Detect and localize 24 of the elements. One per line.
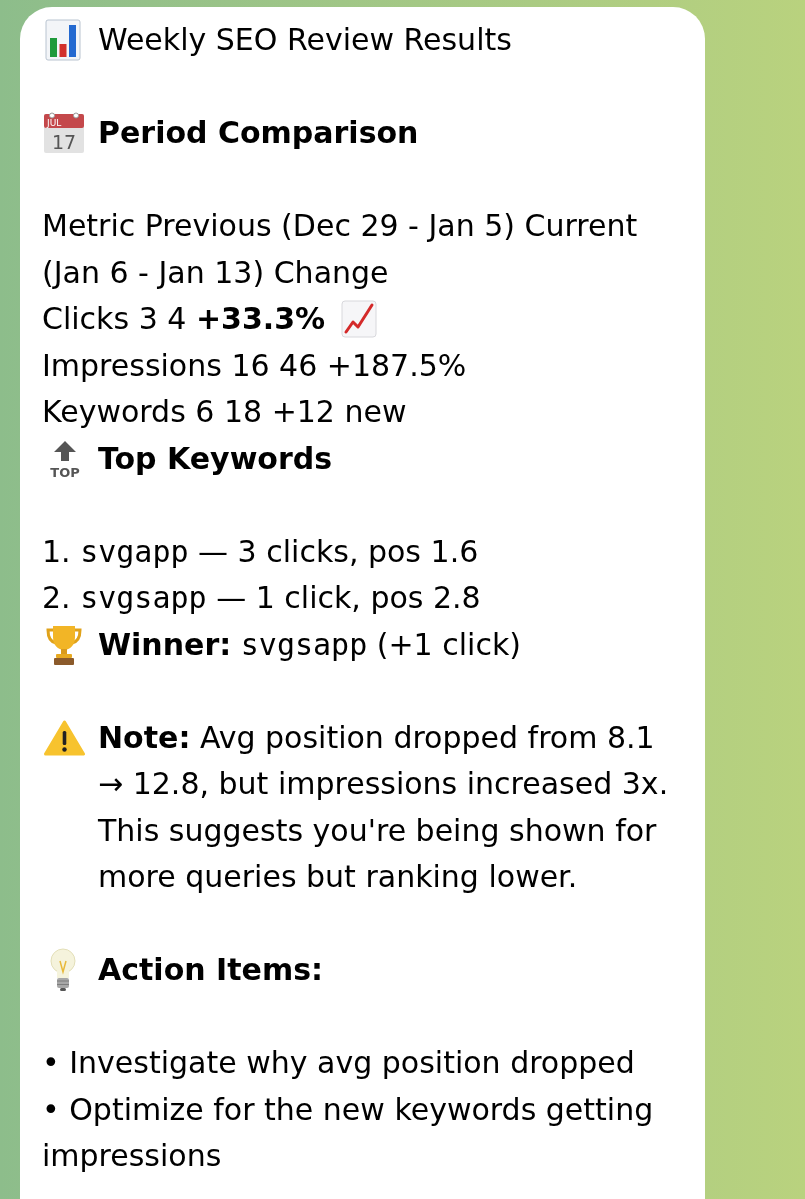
trophy-icon [44,623,84,666]
comparison-line: Impressions 16 46 +187.5% [42,346,468,385]
calendar-month: JUL [47,118,62,129]
light-bulb-icon [49,948,77,993]
section-heading: Action Items: [98,951,323,989]
keyword-line: 1. svgapp — 3 clicks, pos 1.6 [42,532,480,571]
keyword-line: 2. svgsapp — 1 click, pos 2.8 [42,579,482,617]
top-label: TOP [50,464,80,479]
up-arrow-icon [54,440,76,461]
bar-chart-icon [45,19,81,62]
action-item: • Optimize for the new keywords getting impressions [42,1090,655,1175]
section-heading: Top Keywords [98,439,333,478]
winner-text: Winner: svgsapp (+1 click) [98,625,521,664]
comparison-line: Clicks 3 4 +33.3% [42,300,326,338]
calendar-day: 17 [51,131,77,154]
calendar-icon [44,112,84,154]
note-text: Note: Avg position dropped from 8.1 → 12.8, but impressions increased 3x. This suggests you're being shown for more queries but ranking lower. [98,718,670,896]
warning-icon [44,719,85,757]
section-heading: Period Comparison [98,114,419,152]
comparison-line: Keywords 6 18 +12 new [42,393,408,431]
message-title: Weekly SEO Review Results [98,21,512,59]
comparison-line: Metric Previous (Dec 29 - Jan 5) Current (Jan 6 - Jan 13) Change [42,207,639,292]
trend-chart-icon [341,300,378,339]
action-item: • Investigate why avg position dropped [42,1044,636,1082]
